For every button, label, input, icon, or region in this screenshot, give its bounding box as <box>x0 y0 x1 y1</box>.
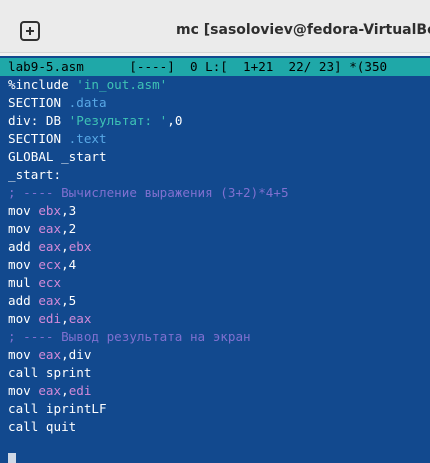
code-token-plain: , <box>61 311 69 326</box>
code-line[interactable]: mov ecx,4 <box>8 256 430 274</box>
code-token-plain: mov <box>8 347 39 362</box>
code-line[interactable]: mov eax,edi <box>8 382 430 400</box>
code-token-plain: mov <box>8 203 39 218</box>
code-token-plain: ,2 <box>61 221 77 236</box>
code-token-plain: div: DB <box>8 113 69 128</box>
code-token-plain: mov <box>8 311 39 326</box>
code-token-reg: ecx <box>38 275 62 290</box>
code-line[interactable]: ; ---- Вычисление выражения (3+2)*4+5 <box>8 184 430 202</box>
code-line[interactable]: div: DB 'Результат: ',0 <box>8 112 430 130</box>
title-bar: mc [sasoloviev@fedora-VirtualBox]:~/ <box>0 0 430 53</box>
code-token-plain: %include <box>8 77 77 92</box>
code-token-reg: edi <box>38 311 62 326</box>
new-tab-button[interactable] <box>10 12 50 50</box>
code-token-plain: mov <box>8 221 39 236</box>
code-token-string: 'Результат: ' <box>68 113 168 128</box>
editor-area[interactable]: lab9-5.asm [----] 0 L:[ 1+21 22/ 23] *(3… <box>0 56 430 463</box>
code-line[interactable]: %include 'in_out.asm' <box>8 76 430 94</box>
code-line[interactable]: call quit <box>8 418 430 436</box>
code-token-plain: ,4 <box>61 257 77 272</box>
code-token-plain: ,div <box>61 347 92 362</box>
code-view[interactable]: %include 'in_out.asm' SECTION .data div: D… <box>8 76 430 436</box>
code-line[interactable]: add eax,5 <box>8 292 430 310</box>
code-token-plain: SECTION <box>8 131 69 146</box>
code-token-plain: call quit <box>8 419 77 434</box>
code-token-plain: call iprintLF <box>8 401 107 416</box>
code-token-plain: , <box>61 383 69 398</box>
code-token-reg: eax <box>38 221 62 236</box>
code-token-plain: SECTION <box>8 95 69 110</box>
code-token-plain: ,5 <box>61 293 77 308</box>
code-line[interactable]: call iprintLF <box>8 400 430 418</box>
code-token-reg: ebx <box>68 239 92 254</box>
code-token-plain: GLOBAL _start <box>8 149 107 164</box>
code-line[interactable]: mov eax,2 <box>8 220 430 238</box>
code-token-plain: call sprint <box>8 365 92 380</box>
code-token-plain: add <box>8 293 39 308</box>
code-token-comment: ; ---- Вычисление выражения (3+2)*4+5 <box>8 185 289 200</box>
code-token-plain: mul <box>8 275 39 290</box>
terminal-window: mc [sasoloviev@fedora-VirtualBox]:~/ lab… <box>0 0 430 463</box>
code-line[interactable]: call sprint <box>8 364 430 382</box>
code-token-dir: .text <box>68 131 107 146</box>
window-title: mc [sasoloviev@fedora-VirtualBox]:~/ <box>176 22 430 38</box>
code-line[interactable]: mul ecx <box>8 274 430 292</box>
code-line[interactable]: GLOBAL _start <box>8 148 430 166</box>
editor-status-bar: lab9-5.asm [----] 0 L:[ 1+21 22/ 23] *(3… <box>0 58 430 76</box>
code-token-plain: mov <box>8 257 39 272</box>
code-token-plain: ,3 <box>61 203 77 218</box>
code-line[interactable]: SECTION .data <box>8 94 430 112</box>
code-token-plain: _start: <box>8 167 62 182</box>
code-token-dir: .data <box>68 95 107 110</box>
code-line[interactable]: mov ebx,3 <box>8 202 430 220</box>
code-line[interactable]: SECTION .text <box>8 130 430 148</box>
code-line[interactable]: mov eax,div <box>8 346 430 364</box>
code-token-string: 'in_out.asm' <box>76 77 168 92</box>
code-line[interactable]: add eax,ebx <box>8 238 430 256</box>
new-tab-icon <box>20 21 40 41</box>
code-token-reg: eax <box>68 311 92 326</box>
code-token-plain: , <box>61 239 69 254</box>
code-token-reg: eax <box>38 239 62 254</box>
code-token-plain: mov <box>8 383 39 398</box>
code-line[interactable]: ; ---- Вывод результата на экран <box>8 328 430 346</box>
code-token-reg: ebx <box>38 203 62 218</box>
code-token-comment: ; ---- Вывод результата на экран <box>8 329 251 344</box>
code-token-plain: ,0 <box>167 113 183 128</box>
code-token-reg: eax <box>38 383 62 398</box>
code-line[interactable]: mov edi,eax <box>8 310 430 328</box>
code-token-reg: edi <box>68 383 92 398</box>
code-line[interactable]: _start: <box>8 166 430 184</box>
code-token-plain: add <box>8 239 39 254</box>
code-token-reg: ecx <box>38 257 62 272</box>
code-token-reg: eax <box>38 347 62 362</box>
code-token-reg: eax <box>38 293 62 308</box>
text-cursor <box>8 453 16 463</box>
